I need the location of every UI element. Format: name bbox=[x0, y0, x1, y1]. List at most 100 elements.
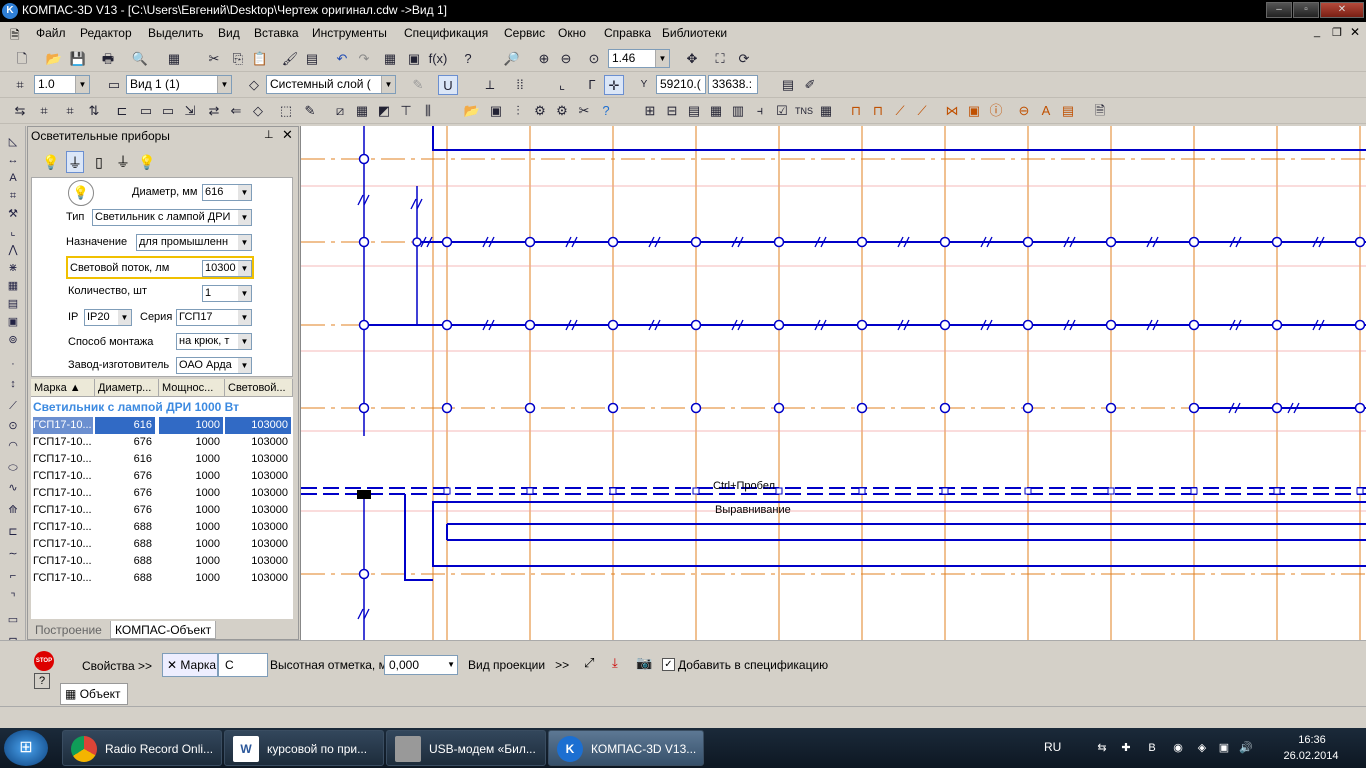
tool-arrow-icon[interactable]: ⇐ bbox=[226, 101, 246, 121]
menu-service[interactable]: Сервис bbox=[504, 26, 545, 40]
menu-view[interactable]: Вид bbox=[218, 26, 240, 40]
table-row[interactable]: ГСП17-10... 616 1000 103000 bbox=[31, 417, 293, 434]
pick-icon[interactable]: ⤢ bbox=[584, 655, 594, 671]
table-row[interactable]: ГСП17-10... 688 1000 103000 bbox=[31, 553, 293, 570]
tab-construction[interactable]: Построение bbox=[31, 621, 106, 639]
arc-tool-icon[interactable]: ◠ bbox=[4, 438, 22, 454]
tray-network-icon[interactable]: ⇆ bbox=[1094, 740, 1110, 756]
table-row[interactable]: ГСП17-10... 688 1000 103000 bbox=[31, 536, 293, 553]
menu-select[interactable]: Выделить bbox=[148, 26, 203, 40]
tool-column-icon[interactable]: ▭ bbox=[158, 101, 178, 121]
lib-tools-icon[interactable]: ✂ bbox=[574, 101, 594, 121]
spec-grid-icon[interactable]: ▦ bbox=[816, 101, 836, 121]
pan-icon[interactable]: ✥ bbox=[682, 49, 702, 69]
properties-button[interactable]: Свойства >> bbox=[78, 655, 158, 677]
spec-check-icon[interactable]: ☑ bbox=[772, 101, 792, 121]
add-spec-checkbox[interactable]: ✓ bbox=[662, 658, 675, 671]
maker-select[interactable]: ОАО Арда ▼ bbox=[176, 357, 252, 374]
tray-vk-icon[interactable]: B bbox=[1144, 740, 1160, 756]
ortho-icon[interactable]: ⟂ bbox=[480, 75, 500, 95]
spec-add-icon[interactable]: ⊞ bbox=[640, 101, 660, 121]
pin-icon[interactable]: ⊥ bbox=[264, 128, 274, 141]
stop-icon[interactable]: STOP bbox=[34, 651, 54, 671]
view-combo[interactable]: Вид 1 (1) ▼ bbox=[126, 75, 232, 94]
diameter-select[interactable]: 616 ▼ bbox=[202, 184, 252, 201]
elec-panel-icon[interactable]: ▣ bbox=[964, 101, 984, 121]
zoom-scale-icon[interactable]: ⊙ bbox=[584, 49, 604, 69]
new-file-icon[interactable]: 🗋 bbox=[12, 49, 32, 69]
tool-table-icon[interactable]: ▦ bbox=[352, 101, 372, 121]
series-select[interactable]: ГСП17 ▼ bbox=[176, 309, 252, 326]
eraser-icon[interactable]: ✐ bbox=[800, 75, 820, 95]
elec-table-icon[interactable]: ▤ bbox=[1058, 101, 1078, 121]
geometry-tool-icon[interactable]: ◺ bbox=[4, 134, 22, 150]
paste-icon[interactable]: 📋 bbox=[250, 49, 270, 69]
refresh-icon[interactable]: ⟳ bbox=[734, 49, 754, 69]
spec-tns-icon[interactable]: TNS bbox=[794, 101, 814, 121]
tool-door-icon[interactable]: ⊏ bbox=[112, 101, 132, 121]
tab-object[interactable]: ▦ Объект bbox=[60, 683, 128, 705]
mount-select[interactable]: на крюк, т ▼ bbox=[176, 333, 252, 350]
elec-socket-icon[interactable]: ⊓ bbox=[868, 101, 888, 121]
elec-switch-icon[interactable]: ⟋ bbox=[890, 101, 910, 121]
camera-icon[interactable]: 📷 bbox=[636, 655, 652, 671]
qty-select[interactable]: 1 ▼ bbox=[202, 285, 252, 302]
cut-icon[interactable]: ✂ bbox=[204, 49, 224, 69]
tool-wall-icon[interactable]: ⇅ bbox=[84, 101, 104, 121]
save-icon[interactable]: 💾 bbox=[68, 49, 88, 69]
select-tool-icon[interactable]: ⋀ bbox=[4, 242, 22, 258]
spec-list-icon[interactable]: ▥ bbox=[728, 101, 748, 121]
rect-chain-tool-icon[interactable]: ⊏ bbox=[4, 524, 22, 540]
local-cs-icon[interactable]: ⌞ bbox=[552, 75, 572, 95]
tool-rhomb-icon[interactable]: ◇ bbox=[248, 101, 268, 121]
height-input[interactable]: 0,000 ▼ bbox=[384, 655, 458, 675]
spec-tool-icon[interactable]: ⋇ bbox=[4, 260, 22, 276]
table-row[interactable]: ГСП17-10... 676 1000 103000 bbox=[31, 502, 293, 519]
layer-icon[interactable]: ◇ bbox=[244, 75, 264, 95]
drawing-canvas[interactable]: Ctrl+Пробел Выравнивание bbox=[300, 126, 1366, 640]
properties-icon[interactable]: ▦ bbox=[164, 49, 184, 69]
elec-info-icon[interactable]: ⓘ bbox=[986, 101, 1006, 121]
view-icon[interactable]: ▭ bbox=[104, 75, 124, 95]
menu-insert[interactable]: Вставка bbox=[254, 26, 299, 40]
report-icon[interactable]: 🗎 bbox=[1090, 101, 1110, 121]
insert-tool-icon[interactable]: ▤ bbox=[4, 296, 22, 312]
col-header-diameter[interactable]: Диаметр... bbox=[95, 379, 159, 397]
redo-icon[interactable]: ↷ bbox=[354, 49, 374, 69]
table-row[interactable]: ГСП17-10... 676 1000 103000 bbox=[31, 468, 293, 485]
lib-help-icon[interactable]: ? bbox=[596, 101, 616, 121]
tool-axes-icon[interactable]: ⌗ bbox=[60, 101, 80, 121]
show-all-icon[interactable]: ⛶ bbox=[710, 49, 730, 69]
elec-cable-icon[interactable]: ⋈ bbox=[942, 101, 962, 121]
flux-select[interactable]: 10300 ▼ bbox=[202, 260, 252, 277]
col-header-mark[interactable]: Марка ▲ bbox=[31, 379, 95, 397]
col-header-flux[interactable]: Световой... bbox=[225, 379, 293, 397]
manager-icon[interactable]: ▤ bbox=[302, 49, 322, 69]
segment-tool-icon[interactable]: ⟋ bbox=[4, 398, 22, 414]
coord-y-field[interactable]: 33638.: bbox=[708, 75, 758, 94]
curve-tool-icon[interactable]: ∼ bbox=[4, 546, 22, 562]
spec-edit-icon[interactable]: ⊟ bbox=[662, 101, 682, 121]
menu-file[interactable]: Файл bbox=[36, 26, 66, 40]
polyline-tool-icon[interactable]: ⟰ bbox=[4, 502, 22, 518]
round-icon[interactable]: Γ bbox=[582, 75, 602, 95]
task-kompas[interactable]: K КОМПАС-3D V13... bbox=[548, 730, 704, 766]
bulb-type-4-icon[interactable]: ⏚ bbox=[114, 151, 132, 173]
help-pointer-icon[interactable]: ? bbox=[458, 49, 478, 69]
ellipse-tool-icon[interactable]: ⬭ bbox=[4, 460, 22, 476]
doc-minimize-button[interactable]: _ bbox=[1314, 26, 1320, 38]
tool-struct-icon[interactable]: ⌗ bbox=[34, 101, 54, 121]
tool-room-icon[interactable]: ⇄ bbox=[204, 101, 224, 121]
grid-icon[interactable]: ⁞⁞ bbox=[510, 75, 530, 95]
table-row[interactable]: ГСП17-10... 688 1000 103000 bbox=[31, 519, 293, 536]
mark-input[interactable]: С bbox=[218, 653, 268, 677]
tube-lamp-icon[interactable]: ▯ bbox=[90, 151, 108, 173]
minimize-button[interactable]: – bbox=[1266, 2, 1292, 18]
table-row[interactable]: ГСП17-10... 676 1000 103000 bbox=[31, 485, 293, 502]
start-button[interactable]: ⊞ bbox=[4, 730, 48, 766]
circle-tool-icon[interactable]: ⊙ bbox=[4, 418, 22, 434]
document-icon[interactable]: 🗎 bbox=[10, 26, 20, 47]
formula-icon[interactable]: f(x) bbox=[428, 49, 448, 69]
ip-select[interactable]: IP20 ▼ bbox=[84, 309, 132, 326]
col-header-power[interactable]: Мощнос... bbox=[159, 379, 225, 397]
